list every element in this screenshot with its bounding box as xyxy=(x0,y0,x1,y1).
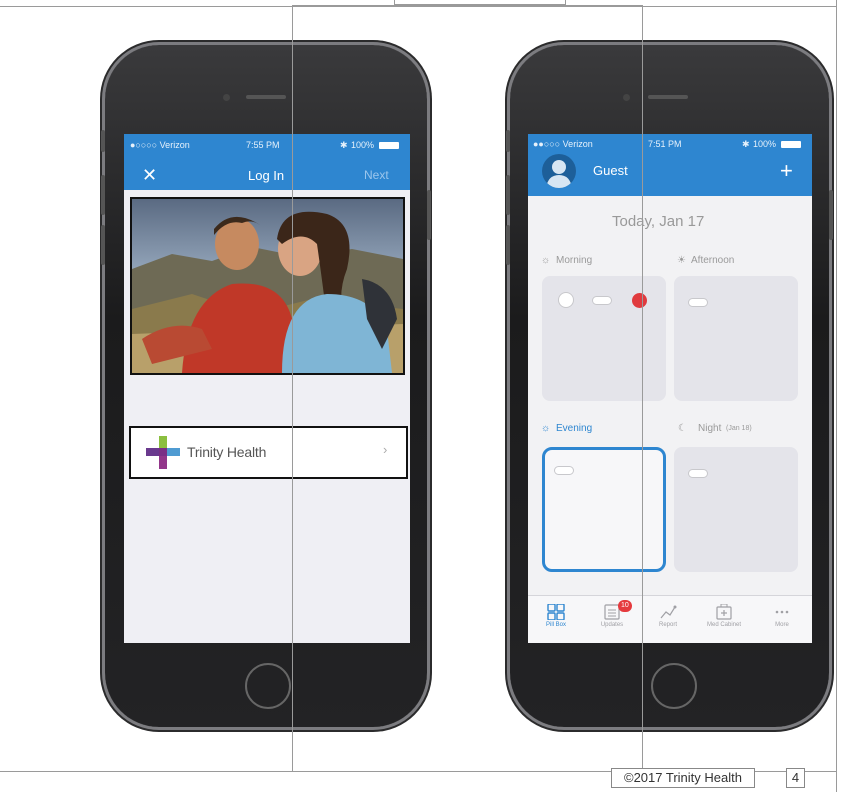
tab-med-cabinet[interactable]: Med Cabinet xyxy=(698,604,750,628)
phone-side-button xyxy=(101,175,105,215)
carrier-label: ●○○○○ Verizon xyxy=(130,140,190,150)
slot-night[interactable] xyxy=(674,447,798,572)
cabinet-icon xyxy=(716,604,732,620)
sun-icon: ☀ xyxy=(677,255,686,266)
phone-side-button xyxy=(829,190,833,240)
trinity-health-logo-icon xyxy=(146,436,180,469)
more-icon xyxy=(775,610,789,614)
slot-label-night-date: (Jan 18) xyxy=(726,425,752,432)
tab-more[interactable]: More xyxy=(756,604,808,628)
chart-icon xyxy=(660,605,677,619)
page-center-frame xyxy=(292,5,643,772)
earpiece-speaker xyxy=(648,95,688,99)
clock-label: 7:51 PM xyxy=(648,139,682,149)
tab-label: Med Cabinet xyxy=(706,622,742,628)
footer-copyright: ©2017 Trinity Health xyxy=(611,768,755,788)
tab-label: More xyxy=(775,622,789,628)
slot-afternoon[interactable] xyxy=(674,276,798,401)
bluetooth-icon: ✱ xyxy=(742,139,750,149)
nav-title: Log In xyxy=(248,168,285,183)
pill-capsule[interactable] xyxy=(688,469,708,478)
slot-label-afternoon: Afternoon xyxy=(691,255,735,266)
tab-label: Report xyxy=(658,622,677,628)
provider-name: Trinity Health xyxy=(187,444,267,460)
home-button[interactable] xyxy=(245,663,291,709)
clock-label: 7:55 PM xyxy=(246,140,280,150)
phone-side-button xyxy=(101,130,105,152)
tab-report[interactable]: Report xyxy=(642,604,694,628)
page-right-rule xyxy=(836,0,837,792)
close-icon[interactable]: ✕ xyxy=(142,166,157,184)
earpiece-speaker xyxy=(246,95,286,99)
phone-side-button xyxy=(101,225,105,265)
moon-icon: ☾ xyxy=(678,423,687,434)
battery-icon xyxy=(781,141,801,148)
front-camera xyxy=(223,94,230,101)
add-icon[interactable]: + xyxy=(780,160,793,182)
pill-capsule[interactable] xyxy=(688,298,708,307)
battery-label: 100% xyxy=(753,139,777,149)
slot-label-night: Night xyxy=(698,423,722,434)
home-button[interactable] xyxy=(651,663,697,709)
footer-page-number: 4 xyxy=(786,768,805,788)
